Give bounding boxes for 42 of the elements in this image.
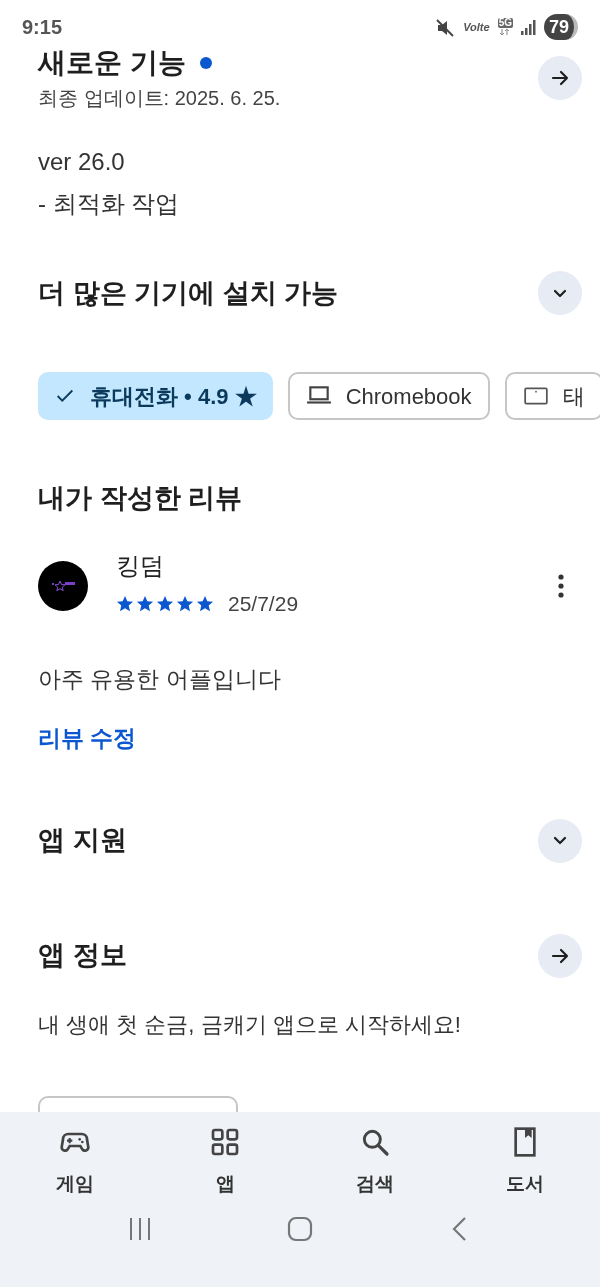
nav-tab[interactable]: 검색 [300,1126,450,1198]
volte-indicator: Volte [463,19,490,35]
app-description: 내 생애 첫 순금, 금캐기 앱으로 시작하세요! [38,1010,462,1039]
section-title: 더 많은 기기에 설치 가능 [38,276,338,310]
update-date: 최종 업데이트: 2025. 6. 25. [38,86,281,111]
arrow-button[interactable] [538,933,582,978]
status-time: 9:15 [22,15,63,40]
network-indicator: 5G [497,18,513,28]
more-icon [558,573,564,598]
edit-review-link[interactable]: 리뷰 수정 [38,721,137,754]
chevron-down-icon [553,836,567,845]
data-arrows-icon [499,28,512,36]
device-chip[interactable]: 태 [504,372,600,420]
nav-tab[interactable]: 게임 [0,1126,150,1198]
home-button[interactable] [287,1216,313,1242]
device-chip[interactable]: Chromebook [287,372,490,420]
arrow-button[interactable] [538,56,582,100]
avatar [38,560,88,611]
review-date: 25/7/29 [228,591,299,617]
back-button[interactable] [451,1216,469,1242]
section-title: 앱 정보 [38,939,127,973]
section-title: 새로운 기능 [38,46,186,80]
nav-tab[interactable]: 도서 [450,1126,600,1198]
chevron-down-icon [553,288,567,298]
star-icon [156,594,174,613]
release-note: - 최적화 작업 [38,189,181,219]
review-text: 아주 유용한 어플입니다 [38,664,282,694]
mute-icon [435,17,456,37]
signal-icon [520,19,536,35]
nav-tab[interactable]: 앱 [150,1126,300,1198]
star-icon [196,594,214,613]
reviewer-name: 킹덤 [116,552,165,580]
star-icon [176,594,194,613]
release-note: ver 26.0 [38,147,126,177]
star-icon [116,594,134,613]
section-title: 앱 지원 [38,824,127,858]
recents-button[interactable] [129,1216,151,1242]
star-icon [136,594,154,613]
battery-indicator: 79 [543,14,578,40]
device-chip[interactable]: 휴대전화 • 4.9 ★ [38,372,273,420]
apps-grid-icon [209,1126,241,1158]
section-title: 내가 작성한 리뷰 [38,482,243,515]
